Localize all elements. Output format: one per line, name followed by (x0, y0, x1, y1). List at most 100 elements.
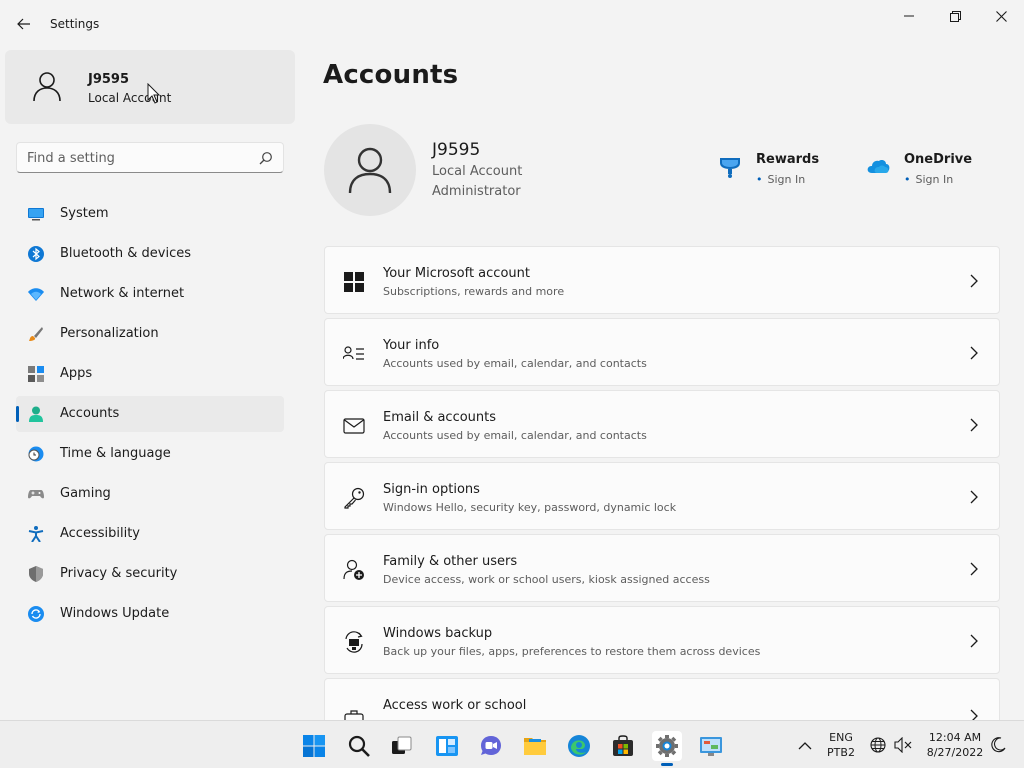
sidebar-item-network[interactable]: Network & internet (16, 276, 284, 312)
settings-list: Your Microsoft account Subscriptions, re… (324, 246, 1000, 720)
clock-date[interactable]: 8/27/2022 (920, 746, 990, 759)
chevron-right-icon (970, 562, 978, 576)
chat-icon (481, 736, 501, 755)
notification-moon-icon[interactable] (990, 737, 1006, 753)
chevron-right-icon (970, 418, 978, 432)
widgets-icon (436, 736, 458, 756)
taskbar-settings-button[interactable] (652, 731, 682, 766)
account-role: Administrator (432, 184, 521, 199)
windows-logo-icon (344, 272, 364, 292)
sidebar-item-system[interactable]: System (16, 196, 284, 232)
restore-icon (949, 10, 961, 22)
file-explorer-icon (524, 738, 546, 755)
sidebar-item-accounts[interactable]: Accounts (16, 396, 284, 432)
page-title: Accounts (323, 60, 459, 90)
close-button[interactable] (978, 4, 1024, 28)
taskbar-control-panel-button[interactable] (696, 731, 726, 761)
input-language-line2[interactable]: PTB2 (826, 746, 856, 759)
search-icon[interactable] (259, 151, 273, 165)
chevron-right-icon (970, 346, 978, 360)
sidebar-item-apps[interactable]: Apps (16, 356, 284, 392)
update-icon (28, 606, 44, 622)
volume-muted-icon[interactable] (894, 737, 912, 753)
shield-icon (29, 566, 43, 582)
minimize-button[interactable] (886, 4, 932, 28)
sidebar-item-time-language[interactable]: Time & language (16, 436, 284, 472)
card-microsoft-account[interactable]: Your Microsoft account Subscriptions, re… (324, 246, 1000, 314)
card-windows-backup[interactable]: Windows backup Back up your files, apps,… (324, 606, 1000, 674)
sidebar-item-accessibility[interactable]: Accessibility (16, 516, 284, 552)
card-access-work-school[interactable]: Access work or school (324, 678, 1000, 720)
control-panel-icon (700, 737, 722, 756)
clock-time[interactable]: 12:04 AM (920, 731, 990, 744)
backup-icon (345, 631, 363, 653)
account-avatar-icon (348, 147, 392, 194)
close-icon (995, 10, 1007, 22)
start-icon (303, 735, 325, 757)
taskbar-start-button[interactable] (299, 731, 329, 761)
gamepad-icon (28, 490, 44, 499)
rewards-trophy-icon (720, 158, 740, 178)
taskbar-widgets-button[interactable] (432, 731, 462, 761)
title-bar: Settings (0, 0, 1024, 48)
brush-icon (29, 327, 43, 341)
show-hidden-icons-chevron-up-icon[interactable] (798, 741, 812, 751)
chevron-right-icon (970, 709, 978, 720)
taskbar-search-button[interactable] (344, 731, 374, 761)
chevron-right-icon (970, 274, 978, 288)
minimize-icon (904, 15, 914, 17)
sidebar-item-personalization[interactable]: Personalization (16, 316, 284, 352)
settings-gear-icon (656, 735, 678, 757)
taskbar-store-button[interactable] (608, 731, 638, 761)
rewards-sign-in-link[interactable]: Sign In (756, 173, 806, 186)
card-family-other-users[interactable]: Family & other users Device access, work… (324, 534, 1000, 602)
clock-globe-icon (28, 446, 44, 462)
wifi-icon (28, 288, 44, 301)
chevron-right-icon (970, 634, 978, 648)
app-title: Settings (50, 17, 100, 31)
sidebar-nav: System Bluetooth & devices Network & int… (16, 196, 284, 636)
sidebar-item-windows-update[interactable]: Windows Update (16, 596, 284, 632)
taskbar: ENG PTB2 12:04 AM 8/27/2022 (0, 720, 1024, 768)
taskbar-file-explorer-button[interactable] (520, 731, 550, 761)
account-avatar (324, 124, 416, 216)
apps-icon (28, 366, 44, 382)
network-globe-icon[interactable] (870, 737, 886, 753)
briefcase-icon (344, 710, 364, 720)
onedrive-cloud-icon (867, 160, 890, 173)
input-language-line1[interactable]: ENG (826, 731, 856, 744)
key-icon (344, 487, 365, 509)
monitor-icon (28, 208, 44, 221)
restore-button[interactable] (932, 4, 978, 28)
user-name: J9595 (88, 72, 130, 87)
mail-icon (343, 418, 365, 434)
back-arrow-icon (17, 18, 30, 30)
search-input[interactable] (27, 149, 247, 167)
sidebar-item-bluetooth[interactable]: Bluetooth & devices (16, 236, 284, 272)
card-sign-in-options[interactable]: Sign-in options Windows Hello, security … (324, 462, 1000, 530)
account-type: Local Account (432, 164, 523, 179)
card-email-accounts[interactable]: Email & accounts Accounts used by email,… (324, 390, 1000, 458)
person-icon (29, 406, 43, 422)
account-name: J9595 (432, 140, 481, 160)
taskbar-edge-button[interactable] (564, 731, 594, 761)
user-avatar-icon (33, 72, 61, 102)
edge-icon (568, 735, 590, 757)
chevron-right-icon (970, 490, 978, 504)
taskbar-task-view-button[interactable] (387, 731, 417, 761)
search-icon (348, 735, 370, 757)
card-your-info[interactable]: Your info Accounts used by email, calend… (324, 318, 1000, 386)
mouse-cursor-icon (147, 83, 161, 104)
onedrive-sign-in-link[interactable]: Sign In (904, 173, 954, 186)
store-icon (613, 735, 633, 756)
task-view-icon (392, 736, 412, 754)
search-box[interactable] (16, 142, 284, 173)
contact-card-icon (343, 346, 364, 360)
add-person-icon (343, 559, 364, 580)
sidebar-item-privacy-security[interactable]: Privacy & security (16, 556, 284, 592)
back-button[interactable] (10, 12, 38, 36)
taskbar-chat-button[interactable] (476, 731, 506, 761)
bluetooth-icon (28, 246, 44, 262)
sidebar-item-gaming[interactable]: Gaming (16, 476, 284, 512)
accessibility-icon (28, 526, 44, 542)
